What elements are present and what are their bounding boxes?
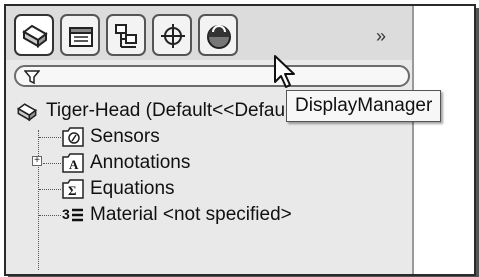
mouse-pointer-icon [274, 55, 295, 88]
filter-icon [24, 70, 40, 85]
tree-branch-line [43, 163, 61, 164]
manager-tab-strip: » [6, 6, 412, 60]
tree-branch-line [39, 189, 61, 190]
tree-item-label: Sensors [90, 126, 160, 147]
screenshot-frame: » Tiger-Head (Default<<Default>_ Sensors… [4, 4, 476, 276]
tree-filter-input[interactable] [14, 65, 410, 87]
equation-icon: Σ [62, 179, 84, 199]
feature-tree: Tiger-Head (Default<<Default>_ Sensors +… [6, 98, 412, 274]
part-icon [16, 103, 38, 122]
configuration-icon [115, 24, 137, 48]
property-icon [69, 27, 93, 47]
tree-branch-line [39, 215, 61, 216]
annotation-icon: A [62, 153, 84, 173]
tab-property-manager[interactable] [60, 14, 100, 56]
tree-item-label: Equations [90, 178, 175, 199]
tab-dimxpert-manager[interactable] [152, 14, 192, 56]
expand-annotations-icon[interactable]: + [32, 156, 42, 166]
tab-display-manager[interactable] [198, 14, 238, 56]
feature-manager-panel: » Tiger-Head (Default<<Default>_ Sensors… [6, 6, 414, 274]
material-icon: 3 [62, 206, 83, 222]
tree-root-label: Tiger-Head (Default<<Default>_ [46, 100, 317, 121]
sensor-icon [62, 127, 84, 147]
tab-configuration-manager[interactable] [106, 14, 146, 56]
svg-text:3: 3 [62, 206, 70, 222]
more-tabs-chevron-icon[interactable]: » [376, 26, 386, 47]
part-icon [22, 24, 48, 48]
target-icon [161, 24, 185, 48]
svg-text:A: A [69, 157, 79, 172]
tree-item-label: Annotations [90, 152, 191, 173]
tree-item-label: Material <not specified> [90, 204, 292, 225]
tab-feature-manager[interactable] [14, 14, 54, 56]
display-manager-tooltip: DisplayManager [286, 90, 442, 122]
svg-text:Σ: Σ [68, 183, 77, 198]
display-manager-icon [207, 25, 231, 49]
tree-branch-line [39, 137, 61, 138]
